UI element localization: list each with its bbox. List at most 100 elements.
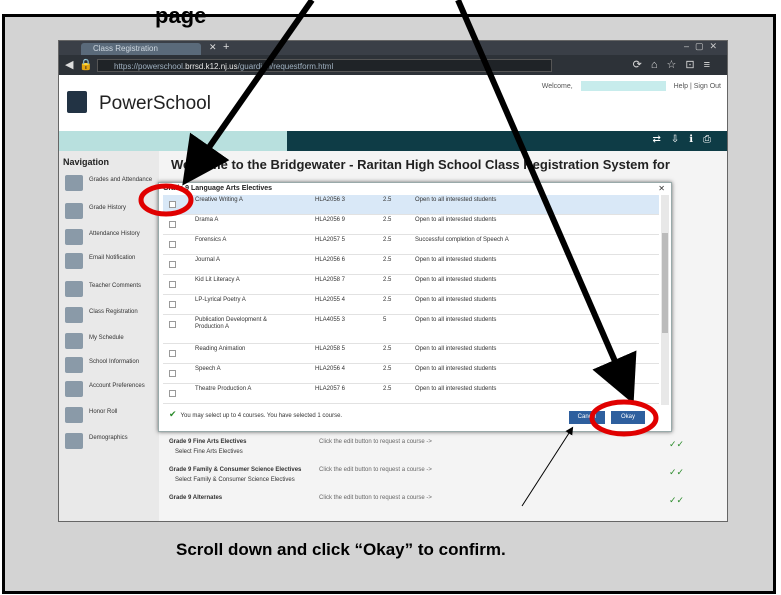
honor-icon [65, 407, 83, 423]
sidebar-item-comments[interactable]: Teacher Comments [65, 279, 155, 299]
course-checkbox[interactable] [169, 281, 176, 288]
new-tab-icon[interactable]: + [223, 41, 229, 53]
sidebar-item-label: Grades and Attendance [89, 177, 153, 183]
edit-check-icon[interactable]: ✓✓ [669, 467, 684, 478]
sidebar-item-school[interactable]: School Information [65, 355, 155, 375]
course-name: Publication Development & Production A [195, 317, 268, 330]
course-credits: 2.5 [383, 277, 392, 283]
course-name: Kid Lit Literacy A [195, 277, 240, 283]
sidebar-item-label: Teacher Comments [89, 283, 142, 289]
welcome-label: Welcome, [541, 82, 573, 90]
course-row[interactable]: Publication Development & Production A HL… [163, 315, 659, 344]
course-credits: 2.5 [383, 237, 392, 243]
comments-icon [65, 281, 83, 297]
close-icon[interactable]: ✕ [658, 184, 665, 193]
section-heading: Grade 9 Alternates [169, 495, 223, 501]
url-suffix: /guardian/requestform.html [237, 62, 334, 71]
sidebar: Navigation Grades and Attendance Grade H… [59, 151, 159, 521]
course-checkbox[interactable] [169, 321, 176, 328]
course-prereq: Open to all interested students [415, 346, 497, 352]
course-checkbox[interactable] [169, 370, 176, 377]
browser-tab[interactable]: Class Registration [81, 43, 201, 55]
back-icon[interactable]: ◀ [65, 58, 73, 71]
course-row[interactable]: Forensics A HLA2057 5 2.5 Successful comple… [163, 235, 659, 255]
preferences-icon [65, 381, 83, 397]
selection-status: ✔ You may select up to 4 courses. You hav… [169, 409, 342, 420]
edit-check-icon[interactable]: ✓✓ [669, 439, 684, 450]
section-heading: Grade 9 Fine Arts Electives [169, 439, 247, 445]
sidebar-item-label: Email Notification [89, 255, 136, 261]
sidebar-item-label: My Schedule [89, 335, 124, 341]
course-checkbox[interactable] [169, 221, 176, 228]
course-prereq: Open to all interested students [415, 386, 497, 392]
sidebar-item-preferences[interactable]: Account Preferences [65, 379, 155, 399]
edit-check-icon[interactable]: ✓✓ [669, 495, 684, 506]
course-code: HLA2056 4 [315, 366, 346, 372]
course-prereq: Open to all interested students [415, 257, 497, 263]
course-credits: 2.5 [383, 197, 392, 203]
scroll-thumb[interactable] [662, 233, 668, 333]
utility-icons[interactable]: ⇄⇩ℹ⎙ [652, 134, 721, 145]
sidebar-item-grades[interactable]: Grades and Attendance [65, 173, 155, 193]
course-row[interactable]: Drama A HLA2056 9 2.5 Open to all intereste… [163, 215, 659, 235]
course-code: HLA2057 5 [315, 237, 346, 243]
sidebar-item-registration[interactable]: Class Registration [65, 305, 155, 325]
sidebar-item-label: Attendance History [89, 231, 140, 237]
sidebar-item-schedule[interactable]: My Schedule [65, 331, 155, 351]
history-icon [65, 203, 83, 219]
url-input[interactable]: https://powerschool.brrsd.k12.nj.us/guar… [97, 59, 552, 72]
sidebar-item-honor-roll[interactable]: Honor Roll [65, 405, 155, 425]
window-controls[interactable]: –▢✕ [684, 41, 723, 52]
close-icon[interactable]: ✕ [209, 42, 217, 53]
toolbar-icons[interactable]: ⟳⌂☆⊡≡ [633, 58, 719, 71]
course-code: HLA2057 6 [315, 386, 346, 392]
help-link[interactable]: Help [674, 83, 688, 90]
sidebar-item-grade-history[interactable]: Grade History [65, 201, 155, 221]
course-code: HLA2055 4 [315, 297, 346, 303]
check-icon: ✔ [169, 409, 177, 419]
course-checkbox[interactable] [169, 261, 176, 268]
course-row[interactable]: Kid Lit Literacy A HLA2058 7 2.5 Open to al… [163, 275, 659, 295]
course-row[interactable]: Creative Writing A HLA2056 3 2.5 Open to al… [163, 195, 659, 215]
course-checkbox[interactable] [169, 201, 176, 208]
sidebar-item-label: Class Registration [89, 309, 138, 315]
sign-out-link[interactable]: Sign Out [694, 83, 721, 90]
course-row[interactable]: Speech A HLA2056 4 2.5 Open to all interest… [163, 364, 659, 384]
course-credits: 2.5 [383, 257, 392, 263]
course-code: HLA2058 5 [315, 346, 346, 352]
course-checkbox[interactable] [169, 301, 176, 308]
email-icon [65, 253, 83, 269]
course-prereq: Successful completion of Speech A [415, 237, 509, 243]
instruction-caption: Scroll down and click “Okay” to confirm. [176, 540, 506, 559]
course-name: Theatre Production A [195, 386, 252, 392]
dialog-scrollbar[interactable] [661, 195, 669, 405]
course-row[interactable]: Theatre Production A HLA2057 6 2.5 Open to … [163, 384, 659, 404]
course-row[interactable]: Journal A HLA2056 6 2.5 Open to all interes… [163, 255, 659, 275]
okay-button[interactable]: Okay [611, 411, 645, 424]
sidebar-item-demographics[interactable]: Demographics [65, 431, 155, 451]
attendance-icon [65, 229, 83, 245]
course-prereq: Open to all interested students [415, 366, 497, 372]
course-selection-dialog: Grade 9 Language Arts Electives ✕ Creati… [158, 182, 672, 432]
cancel-button[interactable]: Cancel [569, 411, 605, 424]
course-name: Journal A [195, 257, 221, 263]
tab-title: Class Registration [93, 44, 158, 53]
course-credits: 2.5 [383, 366, 392, 372]
sidebar-item-label: Grade History [89, 205, 127, 211]
course-checkbox[interactable] [169, 390, 176, 397]
course-name: Reading Animation [195, 346, 246, 352]
grades-icon [65, 175, 83, 191]
powerschool-logo-icon [67, 91, 87, 113]
sidebar-item-email[interactable]: Email Notification [65, 251, 155, 271]
powerschool-logo: PowerSchool [99, 93, 211, 114]
sidebar-item-attendance[interactable]: Attendance History [65, 227, 155, 247]
course-checkbox[interactable] [169, 350, 176, 357]
course-prereq: Open to all interested students [415, 317, 497, 323]
user-name-field [580, 81, 666, 91]
course-row[interactable]: Reading Animation HLA2058 5 2.5 Open to all… [163, 344, 659, 364]
header-links: Welcome, Help | Sign Out [541, 81, 721, 91]
course-name: Forensics A [195, 237, 227, 243]
sidebar-item-label: Demographics [89, 435, 128, 441]
course-checkbox[interactable] [169, 241, 176, 248]
course-row[interactable]: LP-Lyrical Poetry A HLA2055 4 2.5 Open to a… [163, 295, 659, 315]
